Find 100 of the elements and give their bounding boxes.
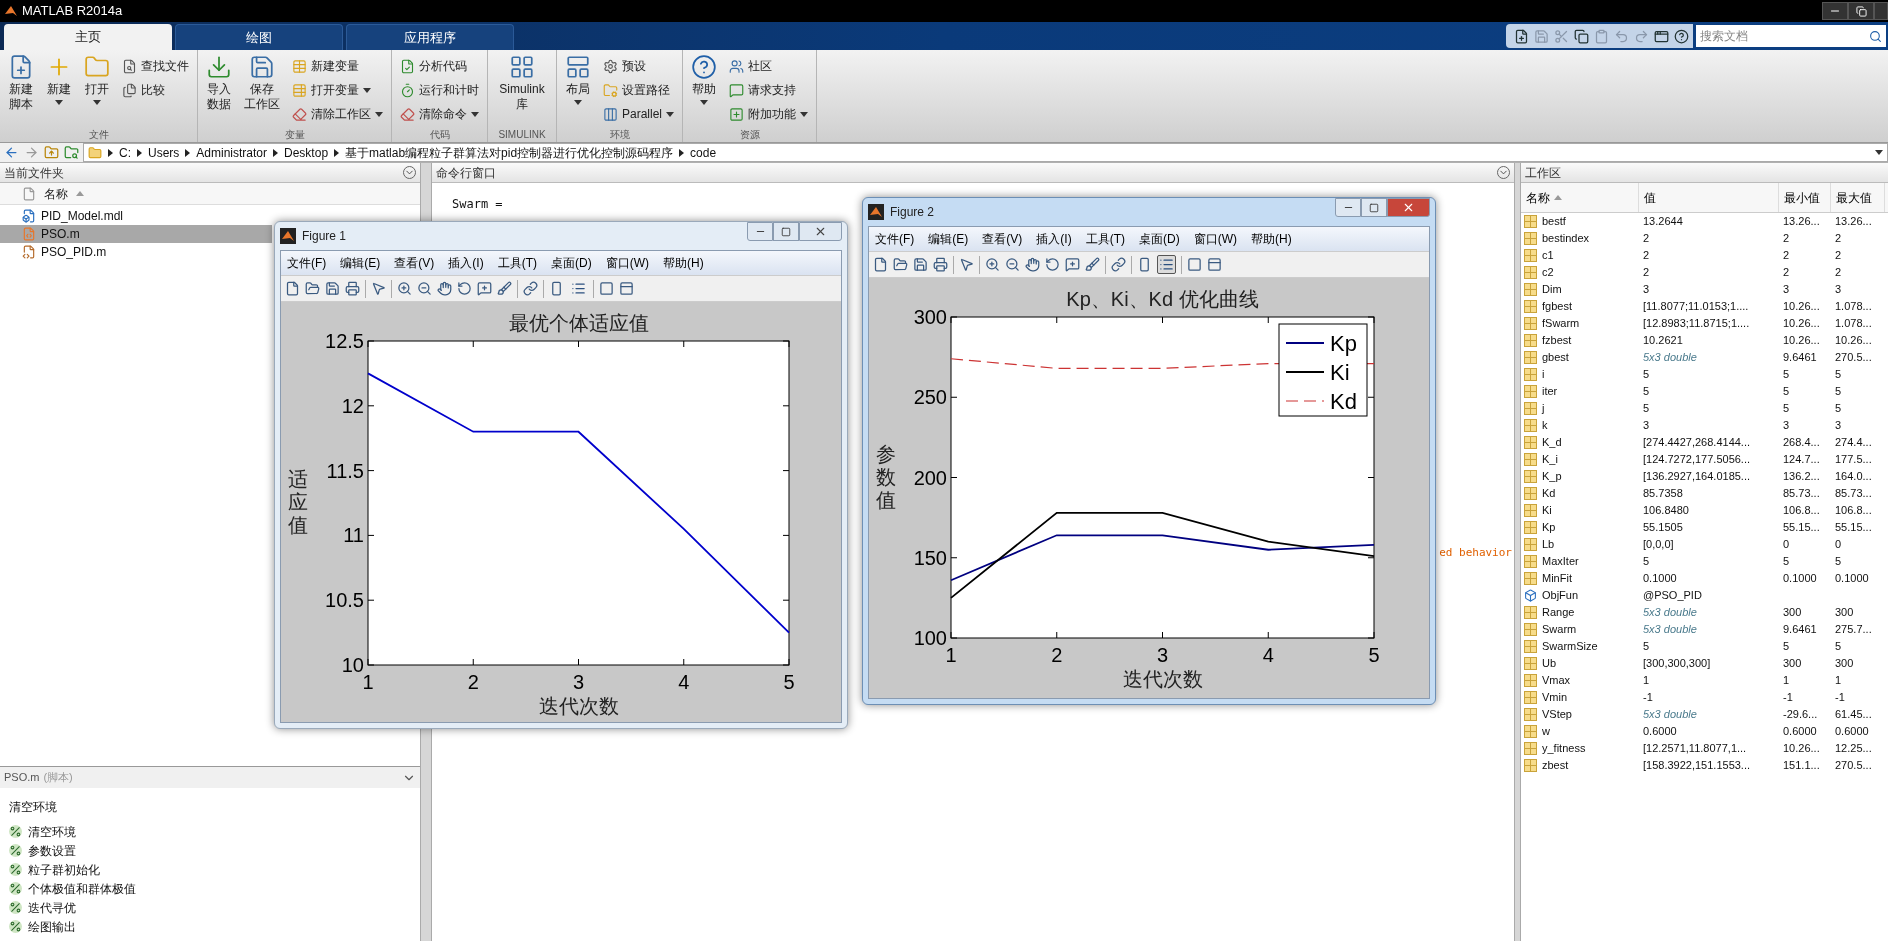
- hand-icon[interactable]: [1025, 257, 1040, 272]
- maximize-button[interactable]: [1361, 198, 1387, 217]
- variable-name[interactable]: K_i: [1521, 451, 1639, 468]
- legend-toggle-button[interactable]: [1157, 255, 1176, 274]
- square-icon[interactable]: [1187, 257, 1202, 272]
- variable-name[interactable]: ObjFun: [1521, 587, 1639, 604]
- menu-item[interactable]: 查看(V): [394, 254, 435, 272]
- variable-name[interactable]: Range: [1521, 604, 1639, 621]
- path-segment[interactable]: C:: [119, 143, 131, 162]
- cell-link[interactable]: 绘图输出: [9, 917, 411, 936]
- pointer-icon[interactable]: [959, 257, 974, 272]
- zoom-in-icon[interactable]: [985, 257, 1000, 272]
- zoom-out-icon[interactable]: [1005, 257, 1020, 272]
- menu-item[interactable]: 桌面(D): [551, 254, 592, 272]
- hand-icon[interactable]: [437, 281, 452, 296]
- ribbon-button[interactable]: 打开变量: [288, 79, 387, 101]
- cell-link[interactable]: 清空环境: [9, 822, 411, 841]
- brush-icon[interactable]: [497, 281, 512, 296]
- ribbon-button[interactable]: 保存工作区: [240, 54, 284, 112]
- save-icon[interactable]: [325, 281, 340, 296]
- pointer-icon[interactable]: [371, 281, 386, 296]
- ribbon-button[interactable]: 新建变量: [288, 55, 387, 77]
- menu-item[interactable]: 查看(V): [982, 230, 1023, 248]
- menu-item[interactable]: 窗口(W): [605, 254, 649, 272]
- maximize-button[interactable]: [773, 222, 799, 241]
- variable-name[interactable]: c2: [1521, 264, 1639, 281]
- menu-item[interactable]: 插入(I): [448, 254, 484, 272]
- printer-icon[interactable]: [933, 257, 948, 272]
- menu-item[interactable]: 文件(F): [875, 230, 915, 248]
- ribbon-button[interactable]: 导入数据: [202, 54, 236, 112]
- menu-item[interactable]: 帮助(H): [1251, 230, 1292, 248]
- file-row[interactable]: PSO.m: [0, 225, 272, 243]
- variable-name[interactable]: Vmin: [1521, 689, 1639, 706]
- folder-up-icon[interactable]: [44, 145, 59, 160]
- path-segment[interactable]: Users: [148, 143, 180, 162]
- ribbon-button[interactable]: 新建: [42, 54, 76, 105]
- ribbon-button[interactable]: 分析代码: [396, 55, 483, 77]
- ribbon-button[interactable]: 清除命令: [396, 103, 483, 125]
- variable-name[interactable]: Ub: [1521, 655, 1639, 672]
- menu-item[interactable]: 工具(T): [1085, 230, 1125, 248]
- ribbon-button[interactable]: 附加功能: [725, 103, 813, 125]
- data-tip-icon[interactable]: [477, 281, 492, 296]
- variable-name[interactable]: Kp: [1521, 519, 1639, 536]
- ribbon-button[interactable]: 社区: [725, 55, 813, 77]
- column-header[interactable]: 名称: [0, 183, 420, 205]
- rotate-icon[interactable]: [1045, 257, 1060, 272]
- link-icon[interactable]: [523, 281, 538, 296]
- menu-item[interactable]: 编辑(E): [340, 254, 381, 272]
- data-tip-icon[interactable]: [1065, 257, 1080, 272]
- variable-name[interactable]: VStep: [1521, 706, 1639, 723]
- ribbon-button[interactable]: 查找文件: [118, 55, 193, 77]
- ribbon-button[interactable]: 布局: [561, 54, 595, 105]
- zoom-out-icon[interactable]: [417, 281, 432, 296]
- variable-name[interactable]: fgbest: [1521, 298, 1639, 315]
- ribbon-tab[interactable]: 主页: [4, 24, 172, 50]
- close-button[interactable]: [799, 222, 842, 241]
- variable-name[interactable]: K_p: [1521, 468, 1639, 485]
- ribbon-button[interactable]: Simulink 库: [492, 54, 552, 112]
- menu-item[interactable]: 窗口(W): [1193, 230, 1237, 248]
- column-header[interactable]: 最小值: [1779, 183, 1831, 212]
- variable-name[interactable]: bestf: [1521, 213, 1639, 230]
- ribbon-button[interactable]: 请求支持: [725, 79, 813, 101]
- cell-link[interactable]: 参数设置: [9, 841, 411, 860]
- menu-item[interactable]: 插入(I): [1036, 230, 1072, 248]
- column-header[interactable]: 最大值: [1831, 183, 1885, 212]
- ribbon-button[interactable]: Parallel: [599, 103, 679, 125]
- path-segment[interactable]: code: [690, 143, 717, 162]
- variable-name[interactable]: Vmax: [1521, 672, 1639, 689]
- variable-name[interactable]: k: [1521, 417, 1639, 434]
- ribbon-button[interactable]: 清除工作区: [288, 103, 387, 125]
- file-row[interactable]: PID_Model.mdl: [0, 207, 272, 225]
- column-header[interactable]: 名称: [1521, 183, 1639, 212]
- variable-name[interactable]: fSwarm: [1521, 315, 1639, 332]
- search-field[interactable]: 搜索文档: [1696, 25, 1886, 47]
- variable-name[interactable]: Ki: [1521, 502, 1639, 519]
- printer-icon[interactable]: [345, 281, 360, 296]
- window-icon[interactable]: [1654, 28, 1669, 44]
- back-icon[interactable]: [4, 145, 19, 160]
- ribbon-button[interactable]: 预设: [599, 55, 679, 77]
- file-row[interactable]: PSO_PID.m: [0, 243, 272, 261]
- menu-item[interactable]: 文件(F): [287, 254, 327, 272]
- panel-icon[interactable]: [1207, 257, 1222, 272]
- variable-name[interactable]: bestindex: [1521, 230, 1639, 247]
- menu-item[interactable]: 编辑(E): [928, 230, 969, 248]
- help-icon[interactable]: [1674, 28, 1689, 44]
- path-segment[interactable]: 基于matlab编程粒子群算法对pid控制器进行优化控制源码程序: [345, 143, 674, 162]
- ribbon-button[interactable]: 打开: [80, 54, 114, 105]
- save-icon[interactable]: [913, 257, 928, 272]
- variable-name[interactable]: MinFit: [1521, 570, 1639, 587]
- variable-name[interactable]: w: [1521, 723, 1639, 740]
- copy-icon[interactable]: [1574, 28, 1589, 44]
- rotate-icon[interactable]: [457, 281, 472, 296]
- variable-name[interactable]: MaxIter: [1521, 553, 1639, 570]
- path-segment[interactable]: Desktop: [284, 143, 329, 162]
- path-segment[interactable]: Administrator: [196, 143, 268, 162]
- colorbar-icon[interactable]: [549, 281, 564, 296]
- restore-button[interactable]: [1848, 2, 1874, 20]
- folder-icon[interactable]: [305, 281, 320, 296]
- ribbon-button[interactable]: 新建脚本: [4, 54, 38, 112]
- square-icon[interactable]: [599, 281, 614, 296]
